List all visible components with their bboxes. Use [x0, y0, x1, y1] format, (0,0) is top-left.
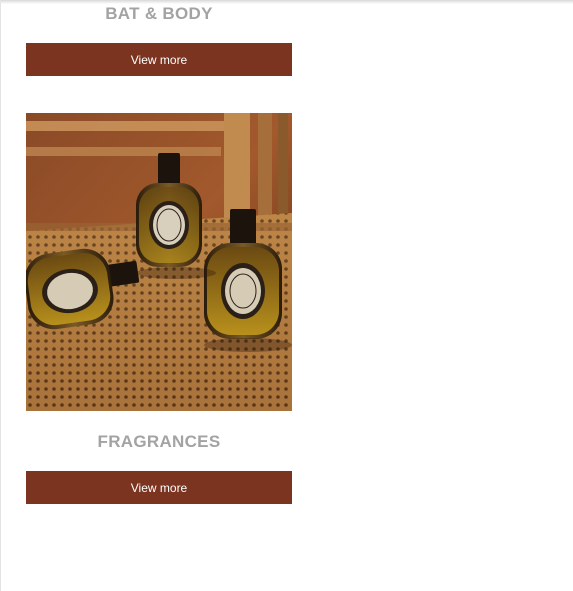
section-title-bath-body: BAT & BODY	[105, 4, 213, 23]
view-more-button-bath-body[interactable]: View more	[26, 43, 292, 76]
section-title-fragrances: FRAGRANCES	[97, 432, 221, 451]
view-more-button-fragrances[interactable]: View more	[26, 471, 292, 504]
fragrances-product-image[interactable]	[26, 113, 292, 411]
page: BAT & BODY View more FRAGRANCES View mor…	[0, 0, 573, 591]
